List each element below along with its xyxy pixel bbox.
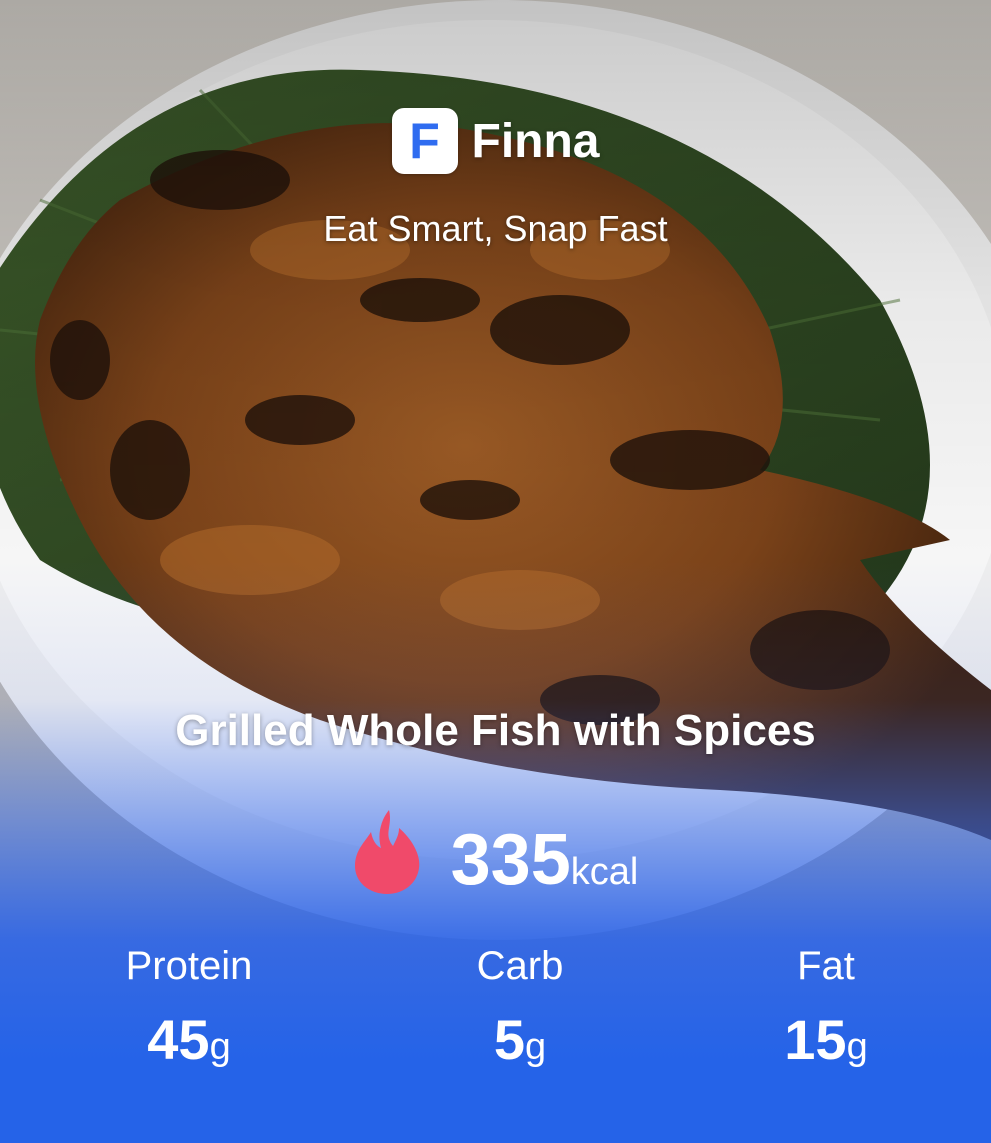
macro-value: 45: [147, 1008, 210, 1071]
flame-icon: [354, 810, 419, 894]
macro-label: Fat: [797, 944, 855, 988]
app-logo: F: [391, 108, 458, 174]
macro-label: Carb: [476, 944, 564, 988]
dish-name: Grilled Whole Fish with Spices: [175, 706, 816, 755]
calorie-value: 335: [450, 820, 571, 900]
macros-row: Protein 45g Carb 5g Fat 15g: [0, 942, 991, 1082]
macro-value: 15: [784, 1008, 847, 1071]
macro-unit: g: [209, 1026, 231, 1068]
macro-protein: Protein 45g: [89, 942, 289, 1068]
macro-carb: Carb 5g: [420, 942, 620, 1068]
calorie-readout: 335kcal: [451, 824, 639, 896]
macro-unit: g: [525, 1026, 547, 1068]
share-card: F Finna Eat Smart, Snap Fast Grilled Who…: [0, 0, 991, 1143]
tagline: Eat Smart, Snap Fast: [323, 208, 668, 249]
macro-value: 5: [493, 1008, 525, 1071]
brand-name: Finna: [471, 114, 600, 168]
calorie-unit: kcal: [570, 851, 639, 893]
calories-summary: 335kcal: [0, 808, 991, 896]
macro-label: Protein: [125, 944, 253, 988]
macro-unit: g: [846, 1026, 868, 1068]
logo-letter: F: [409, 113, 440, 169]
brand-header: F Finna: [0, 108, 991, 174]
macro-fat: Fat 15g: [726, 942, 926, 1068]
